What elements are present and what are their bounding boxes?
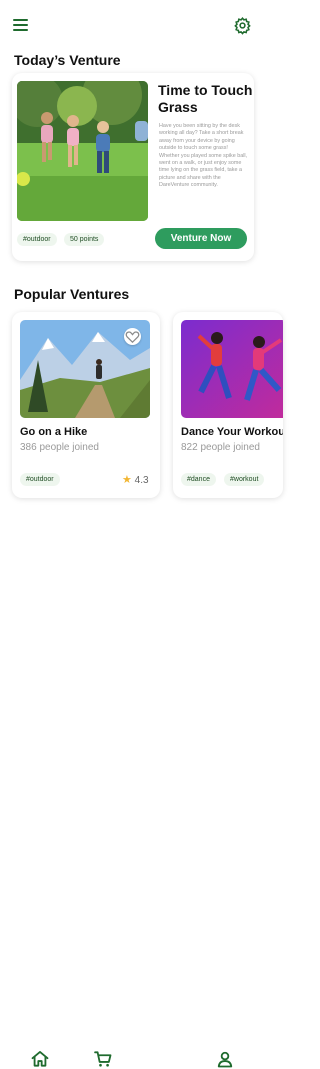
dance-title: Dance Your Workout (181, 426, 283, 438)
favorite-button[interactable] (124, 328, 141, 345)
hike-rating: ★ 4.3 (122, 473, 149, 486)
star-icon: ★ (122, 474, 132, 486)
points-badge: 50 points (64, 233, 105, 246)
tag-outdoor[interactable]: #outdoor (20, 473, 60, 486)
top-bar (0, 0, 265, 52)
todays-venture-heading: Today’s Venture (14, 52, 121, 68)
profile-icon[interactable] (215, 1049, 235, 1069)
tag-dance[interactable]: #dance (181, 473, 216, 486)
popular-ventures-heading: Popular Ventures (14, 286, 130, 302)
venture-card-dance[interactable]: Dance Your Workout 822 people joined #da… (173, 312, 283, 498)
kids-playing-image (17, 81, 148, 221)
hike-title: Go on a Hike (20, 426, 88, 438)
venture-now-button[interactable]: Venture Now (155, 228, 247, 249)
dance-joined-count: 822 people joined (181, 442, 260, 453)
home-icon[interactable] (30, 1049, 50, 1069)
cart-icon[interactable] (93, 1049, 113, 1069)
tag-workout[interactable]: #workout (224, 473, 265, 486)
venture-title: Time to Touch Grass (158, 82, 253, 115)
venture-card-hike[interactable]: Go on a Hike 386 people joined #outdoor … (12, 312, 160, 498)
dance-image (181, 320, 283, 418)
tag-outdoor[interactable]: #outdoor (17, 233, 57, 246)
todays-venture-card[interactable]: Time to Touch Grass Have you been sittin… (12, 73, 254, 261)
heart-icon (125, 331, 140, 344)
venture-description: Have you been sitting by the desk workin… (159, 123, 248, 189)
rating-value: 4.3 (134, 475, 149, 486)
hike-joined-count: 386 people joined (20, 442, 99, 453)
menu-icon[interactable] (13, 19, 28, 31)
gear-icon[interactable] (233, 16, 252, 35)
bottom-nav (0, 520, 265, 1068)
